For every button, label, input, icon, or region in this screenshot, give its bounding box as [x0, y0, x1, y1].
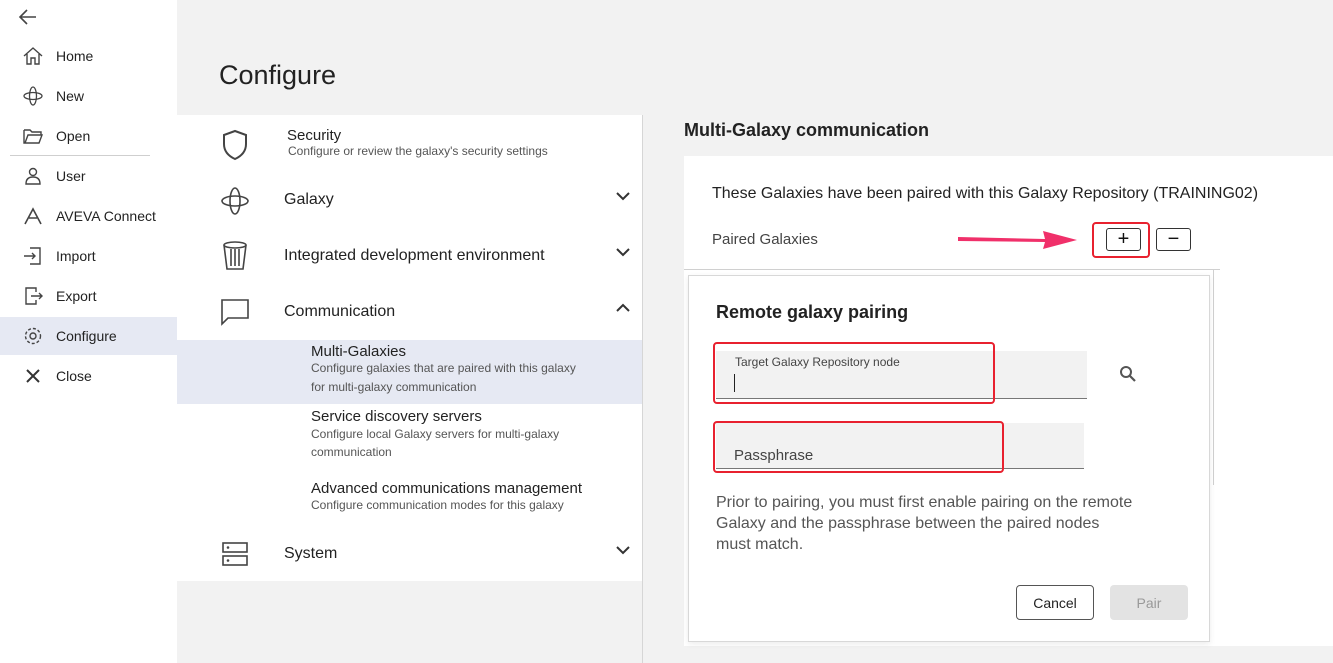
- pair-button[interactable]: Pair: [1110, 585, 1188, 620]
- config-communication-title[interactable]: Communication: [284, 303, 395, 321]
- user-icon: [25, 167, 41, 185]
- subitem-service-discovery-title[interactable]: Service discovery servers: [311, 408, 482, 425]
- export-icon: [25, 287, 43, 305]
- nav-item-export[interactable]: Export: [0, 277, 177, 315]
- ide-bin-icon: [223, 241, 247, 270]
- nav-label: Open: [56, 128, 91, 144]
- chevron-up-icon[interactable]: [616, 303, 630, 313]
- subitem-multi-galaxies-desc1: Configure galaxies that are paired with …: [311, 361, 576, 375]
- nav-item-open[interactable]: Open: [0, 117, 177, 155]
- config-galaxy-title[interactable]: Galaxy: [284, 191, 334, 209]
- config-security-desc: Configure or review the galaxy's securit…: [288, 144, 548, 158]
- config-security-title[interactable]: Security: [287, 127, 341, 144]
- highlight-box-node: [713, 342, 995, 404]
- galaxy-icon: [221, 187, 249, 215]
- panel-title: Multi-Galaxy communication: [684, 120, 930, 140]
- pointer-arrow-icon: [958, 231, 1077, 249]
- left-nav: Home New Open User AVEVA Connect Import …: [0, 0, 177, 663]
- panel-divider: [642, 115, 643, 663]
- highlight-box-passphrase: [713, 421, 1004, 473]
- chevron-down-icon[interactable]: [616, 247, 630, 257]
- back-arrow-icon[interactable]: [16, 6, 40, 28]
- nav-label: AVEVA Connect: [56, 208, 156, 224]
- highlight-box-add: [1092, 222, 1150, 258]
- subitem-service-discovery-desc2: communication: [311, 445, 392, 459]
- nav-item-user[interactable]: User: [0, 157, 177, 195]
- server-icon: [222, 542, 248, 566]
- panel-divider-line: [684, 269, 1220, 270]
- chevron-down-icon[interactable]: [616, 191, 630, 201]
- nav-item-close[interactable]: Close: [0, 357, 177, 395]
- cancel-button[interactable]: Cancel: [1016, 585, 1094, 620]
- subitem-multi-galaxies-title[interactable]: Multi-Galaxies: [311, 343, 406, 360]
- nav-label: Import: [56, 248, 96, 264]
- new-galaxy-icon: [23, 86, 43, 106]
- aveva-icon: [24, 207, 42, 225]
- subitem-advanced-comm-title[interactable]: Advanced communications management: [311, 480, 582, 497]
- gear-icon: [24, 327, 42, 345]
- folder-open-icon: [23, 129, 44, 144]
- nav-item-configure[interactable]: Configure: [0, 317, 177, 355]
- panel-side-line: [1213, 270, 1214, 485]
- config-system-title[interactable]: System: [284, 545, 337, 563]
- home-icon: [23, 47, 43, 65]
- subitem-service-discovery-desc1: Configure local Galaxy servers for multi…: [311, 427, 560, 441]
- nav-label: Home: [56, 48, 94, 64]
- nav-item-home[interactable]: Home: [0, 37, 177, 75]
- remove-galaxy-button[interactable]: −: [1156, 228, 1191, 251]
- nav-label: New: [56, 88, 85, 104]
- chat-bubble-icon: [221, 299, 249, 326]
- nav-divider: [10, 155, 150, 156]
- page-title: Configure: [219, 60, 337, 90]
- chevron-down-icon[interactable]: [616, 545, 630, 555]
- nav-item-import[interactable]: Import: [0, 237, 177, 275]
- import-icon: [24, 247, 41, 265]
- search-icon[interactable]: [1119, 365, 1137, 383]
- subitem-advanced-comm-desc: Configure communication modes for this g…: [311, 498, 564, 512]
- nav-label: User: [56, 168, 86, 184]
- nav-item-new[interactable]: New: [0, 77, 177, 115]
- pairing-help-text: Prior to pairing, you must first enable …: [716, 494, 1133, 553]
- nav-item-aveva-connect[interactable]: AVEVA Connect: [0, 197, 177, 235]
- nav-label: Close: [56, 368, 92, 384]
- dialog-title: Remote galaxy pairing: [716, 302, 909, 322]
- panel-description: These Galaxies have been paired with thi…: [712, 185, 1259, 202]
- paired-galaxies-label: Paired Galaxies: [712, 231, 818, 248]
- nav-label: Configure: [56, 328, 117, 344]
- subitem-multi-galaxies-desc2: for multi-galaxy communication: [311, 380, 477, 394]
- nav-label: Export: [56, 288, 97, 304]
- config-ide-title[interactable]: Integrated development environment: [284, 247, 545, 265]
- close-icon: [26, 369, 40, 383]
- shield-icon: [223, 129, 247, 161]
